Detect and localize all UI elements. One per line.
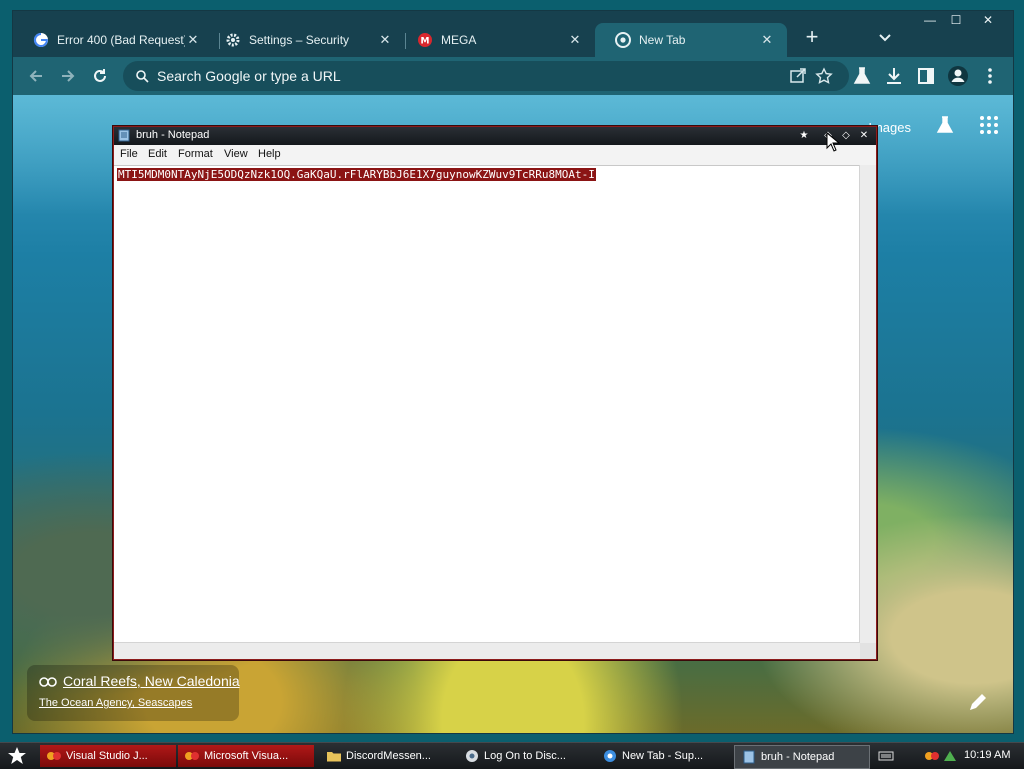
vs-icon <box>46 749 62 763</box>
download-icon[interactable] <box>883 65 905 87</box>
chrome-icon <box>615 32 631 48</box>
close-tab-icon[interactable]: ✕ <box>377 32 393 48</box>
menu-view[interactable]: View <box>224 148 248 160</box>
forward-arrow-icon[interactable] <box>55 63 81 89</box>
keyboard-icon[interactable] <box>878 749 894 767</box>
link-icon <box>39 675 57 693</box>
browser-toolbar: Search Google or type a URL <box>13 57 1013 95</box>
horizontal-scrollbar[interactable] <box>114 642 860 659</box>
taskbar-item-label: Microsoft Visua... <box>204 750 289 762</box>
mega-icon: M <box>417 32 433 48</box>
maximize-button[interactable]: ☐ <box>941 11 971 31</box>
close-tab-icon[interactable]: ✕ <box>185 32 201 48</box>
tab-settings-security[interactable]: Settings – Security ✕ <box>205 23 405 57</box>
network-icon[interactable] <box>942 749 958 768</box>
back-arrow-icon[interactable] <box>23 63 49 89</box>
pin-star-icon[interactable]: ★ <box>796 128 812 144</box>
tab-error-400[interactable]: Error 400 (Bad Request)! ✕ <box>13 23 213 57</box>
tab-strip: — ☐ ✕ Error 400 (Bad Request)! ✕ Setting… <box>13 11 1013 57</box>
taskbar-item-visual-studio-2[interactable]: Microsoft Visua... <box>178 745 314 767</box>
taskbar-item-label: bruh - Notepad <box>761 751 835 763</box>
taskbar-item-logon[interactable]: Log On to Disc... <box>458 745 594 767</box>
customize-pencil-icon[interactable] <box>963 689 991 717</box>
notepad-title-bar[interactable]: bruh - Notepad ★ ◇ ◇ ✕ <box>114 127 876 145</box>
notepad-icon <box>741 750 757 764</box>
close-window-button[interactable]: ✕ <box>973 11 1003 31</box>
tab-label: Error 400 (Bad Request)! <box>57 33 185 47</box>
resize-grip[interactable] <box>860 643 876 659</box>
bookmark-star-icon[interactable] <box>815 67 833 85</box>
gear-icon <box>225 32 241 48</box>
logon-icon <box>464 749 480 763</box>
taskbar-item-visual-studio-1[interactable]: Visual Studio J... <box>40 745 176 767</box>
vertical-scrollbar[interactable] <box>859 165 876 643</box>
taskbar-item-notepad[interactable]: bruh - Notepad <box>734 745 870 769</box>
tab-new-tab[interactable]: New Tab ✕ <box>595 23 787 57</box>
menu-file[interactable]: File <box>120 148 138 160</box>
tray-vs-icon[interactable] <box>924 749 940 768</box>
share-icon[interactable] <box>789 67 807 85</box>
tab-search-chevron-icon[interactable] <box>875 27 895 47</box>
taskbar-item-folder[interactable]: DiscordMessen... <box>320 745 456 767</box>
svg-text:M: M <box>421 37 430 47</box>
maximize-diamond-icon[interactable]: ◇ <box>838 128 854 144</box>
taskbar-item-label: Visual Studio J... <box>66 750 148 762</box>
notepad-title: bruh - Notepad <box>136 129 210 141</box>
omnibox-placeholder: Search Google or type a URL <box>157 68 341 84</box>
taskbar-item-label: New Tab - Sup... <box>622 750 704 762</box>
menu-format[interactable]: Format <box>178 148 213 160</box>
close-tab-icon[interactable]: ✕ <box>567 32 583 48</box>
close-icon[interactable]: ✕ <box>856 128 872 144</box>
clock[interactable]: 10:19 AM <box>964 749 1010 761</box>
notepad-icon <box>118 129 130 142</box>
search-icon <box>135 69 149 88</box>
tab-label: Settings – Security <box>249 33 350 47</box>
reload-icon[interactable] <box>87 63 113 89</box>
taskbar-item-label: DiscordMessen... <box>346 750 431 762</box>
ntp-top-links: Images <box>868 115 999 140</box>
notepad-menu-bar: File Edit Format View Help <box>114 145 876 165</box>
attribution-title-link[interactable]: Coral Reefs, New Caledonia <box>63 673 240 689</box>
labs-flask-icon[interactable] <box>935 115 955 140</box>
start-star-icon[interactable] <box>4 745 30 767</box>
labs-flask-icon[interactable] <box>851 65 873 87</box>
chrome-icon <box>602 749 618 763</box>
taskbar-item-label: Log On to Disc... <box>484 750 566 762</box>
kebab-menu-icon[interactable] <box>979 65 1001 87</box>
folder-icon <box>326 749 342 763</box>
notepad-text-area[interactable]: MTI5MDM0NTAyNjE5ODQzNzk1OQ.GaKQaU.rFlARY… <box>114 165 860 644</box>
new-tab-button[interactable]: + <box>799 25 825 51</box>
menu-help[interactable]: Help <box>258 148 281 160</box>
google-g-icon <box>33 32 49 48</box>
notepad-window: bruh - Notepad ★ ◇ ◇ ✕ File Edit Format … <box>113 126 877 660</box>
omnibox[interactable]: Search Google or type a URL <box>123 61 849 91</box>
attribution-credit-link[interactable]: The Ocean Agency, Seascapes <box>39 697 192 709</box>
tab-mega[interactable]: M MEGA ✕ <box>397 23 595 57</box>
mouse-cursor-icon <box>826 131 841 152</box>
taskbar: Visual Studio J... Microsoft Visua... Di… <box>0 742 1024 769</box>
apps-grid-icon[interactable] <box>979 115 999 140</box>
profile-avatar-icon[interactable] <box>947 65 969 87</box>
side-panel-icon[interactable] <box>915 65 937 87</box>
close-tab-icon[interactable]: ✕ <box>759 32 775 48</box>
menu-edit[interactable]: Edit <box>148 148 167 160</box>
selected-text: MTI5MDM0NTAyNjE5ODQzNzk1OQ.GaKQaU.rFlARY… <box>117 168 596 181</box>
vs-icon <box>184 749 200 763</box>
tab-label: New Tab <box>639 33 686 47</box>
taskbar-item-chrome[interactable]: New Tab - Sup... <box>596 745 732 767</box>
tab-label: MEGA <box>441 33 477 47</box>
background-attribution: Coral Reefs, New Caledonia The Ocean Age… <box>27 665 240 721</box>
